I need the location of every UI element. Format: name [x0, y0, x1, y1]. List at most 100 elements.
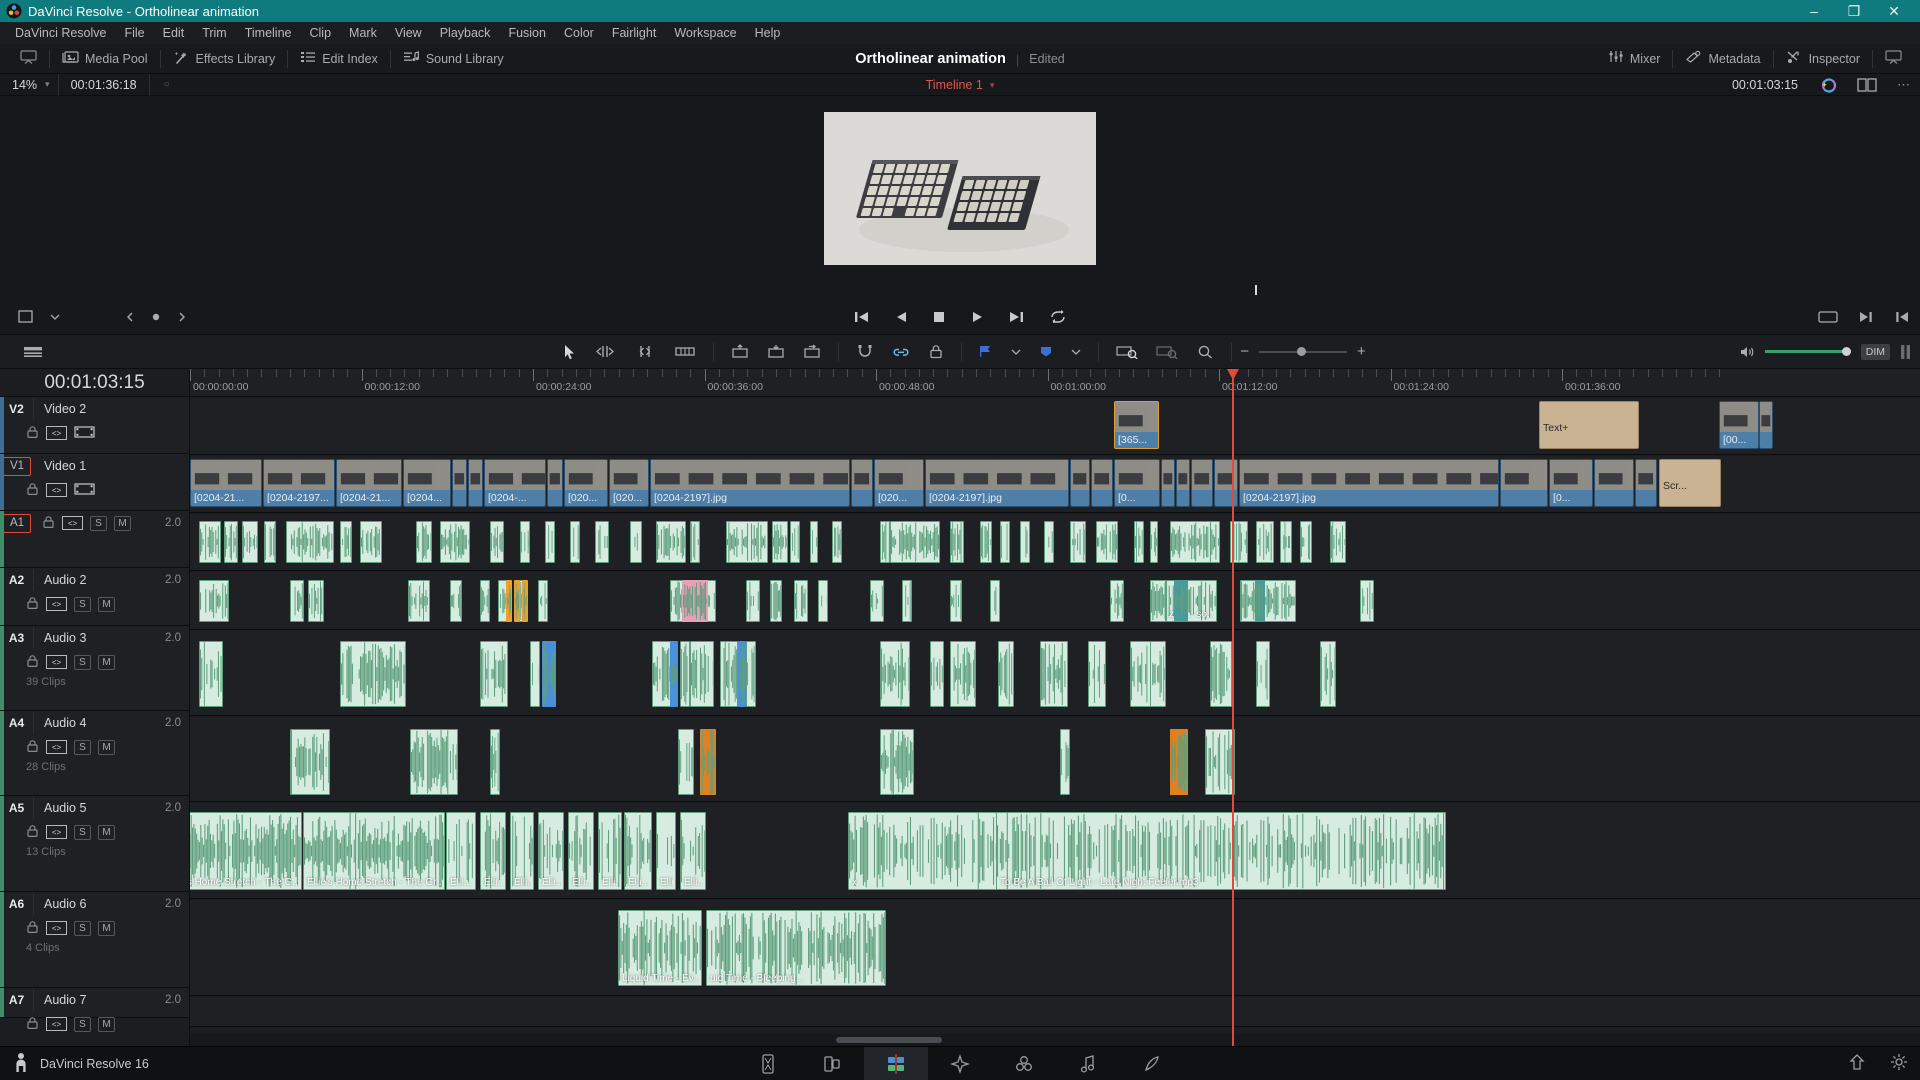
timeline-clip[interactable]: [020...	[564, 459, 608, 507]
audio-clip[interactable]: Elli...	[480, 812, 506, 890]
mute-icon[interactable]: M	[98, 921, 115, 936]
timeline-clip[interactable]: [0204-21...	[190, 459, 262, 507]
jump-start-icon[interactable]	[853, 310, 870, 324]
timeline-clip[interactable]: [020...	[874, 459, 924, 507]
lock-icon[interactable]	[26, 654, 39, 671]
audio-clip[interactable]	[1174, 580, 1188, 622]
zoom-to-fit-icon[interactable]	[1107, 335, 1147, 369]
audio-clip[interactable]: To Be A Ball Of Light - Late Night Feele…	[996, 812, 1446, 890]
sound-library-button[interactable]: Sound Library	[391, 44, 516, 74]
audio-clip[interactable]	[950, 521, 964, 563]
audio-clip[interactable]	[199, 580, 229, 622]
audio-clip[interactable]	[450, 580, 462, 622]
marker-chevron-icon[interactable]	[1062, 335, 1090, 369]
fusion-page-button[interactable]	[928, 1047, 992, 1080]
audio-clip[interactable]	[706, 729, 716, 795]
track-name-a3[interactable]: Audio 3	[34, 631, 165, 645]
speaker-icon[interactable]	[1739, 345, 1755, 359]
audio-clip[interactable]	[720, 641, 738, 707]
timeline-clip[interactable]: [0204-2197].jpg	[1239, 459, 1499, 507]
audio-clip[interactable]: Elli...	[510, 812, 534, 890]
track-id-badge-a2[interactable]: A2	[0, 569, 34, 591]
solo-icon[interactable]: S	[90, 516, 107, 531]
audio-clip[interactable]	[1096, 521, 1118, 563]
track-lane-a7[interactable]	[190, 997, 1920, 1027]
track-name-a6[interactable]: Audio 6	[34, 897, 165, 911]
audio-clip[interactable]	[224, 521, 238, 563]
audio-clip[interactable]	[286, 521, 334, 563]
mute-icon[interactable]: M	[114, 516, 131, 531]
audio-clip[interactable]	[746, 580, 760, 622]
audio-clip[interactable]	[746, 641, 756, 707]
audio-clip[interactable]	[880, 641, 910, 707]
audio-clip[interactable]	[1020, 521, 1030, 563]
timeline-clip[interactable]	[1070, 459, 1090, 507]
solo-icon[interactable]: S	[74, 597, 91, 612]
timeline-clip[interactable]: [00...	[1719, 401, 1759, 449]
audio-clip[interactable]	[950, 580, 962, 622]
timeline-clip[interactable]	[1214, 459, 1238, 507]
audio-clip[interactable]	[1280, 521, 1292, 563]
timeline-clip[interactable]: [0204...	[403, 459, 451, 507]
trim-edit-icon[interactable]	[585, 335, 625, 369]
scrollbar-thumb[interactable]	[836, 1037, 942, 1043]
audio-clip[interactable]	[1170, 521, 1220, 563]
audio-clip[interactable]	[980, 521, 992, 563]
audio-clip[interactable]: Elli...	[656, 812, 676, 890]
timeline-chevron-down-icon[interactable]: ▾	[990, 80, 995, 91]
track-lane-a6[interactable]: Liquid Time - Ev...uid Time - Bleeping..…	[190, 900, 1920, 996]
audio-clip[interactable]	[1040, 641, 1068, 707]
audio-clip[interactable]	[360, 521, 382, 563]
audio-clip[interactable]	[1300, 521, 1312, 563]
timeline-clip[interactable]	[1161, 459, 1175, 507]
audio-clip[interactable]	[690, 521, 700, 563]
edit-page-button[interactable]	[864, 1047, 928, 1080]
auto-select-icon[interactable]: <>	[62, 516, 83, 530]
menu-item-trim[interactable]: Trim	[193, 22, 236, 44]
audio-clip[interactable]	[308, 580, 324, 622]
insert-clip-icon[interactable]	[722, 335, 758, 369]
track-id-badge-a3[interactable]: A3	[0, 627, 34, 649]
timeline-clip[interactable]: [0204-2197].jpg	[925, 459, 1069, 507]
more-options-icon[interactable]: ⋯	[1887, 74, 1920, 96]
solo-icon[interactable]: S	[74, 1017, 91, 1032]
zoom-custom-icon[interactable]	[1187, 335, 1223, 369]
color-warp-icon[interactable]	[1810, 74, 1847, 96]
audio-clip[interactable]	[440, 521, 470, 563]
mixer-button[interactable]: Mixer	[1596, 44, 1673, 74]
audio-clip[interactable]	[199, 521, 221, 563]
audio-clip[interactable]	[1150, 521, 1158, 563]
replace-clip-icon[interactable]	[794, 335, 830, 369]
audio-clip[interactable]	[264, 521, 276, 563]
audio-clip[interactable]: Ellie's Home Stretch - The G...	[190, 812, 302, 890]
menu-item-workspace[interactable]: Workspace	[665, 22, 745, 44]
audio-clip[interactable]	[1088, 641, 1106, 707]
track-id-badge-a6[interactable]: A6	[0, 893, 34, 915]
menu-item-view[interactable]: View	[386, 22, 431, 44]
timeline-clip[interactable]: [0204-2197].jpg	[650, 459, 850, 507]
mute-icon[interactable]: M	[98, 740, 115, 755]
timeline-clip[interactable]: [0...	[1549, 459, 1593, 507]
dim-button[interactable]: DIM	[1861, 344, 1890, 360]
menu-item-help[interactable]: Help	[746, 22, 790, 44]
track-id-badge-v1[interactable]: V1	[3, 457, 31, 476]
track-header-v1[interactable]: V1Video 1<>	[0, 454, 189, 511]
project-settings-icon[interactable]	[1890, 1053, 1908, 1074]
audio-clip[interactable]	[998, 641, 1014, 707]
audio-clip[interactable]	[538, 580, 548, 622]
flag-icon[interactable]	[970, 335, 1002, 369]
audio-clip[interactable]: uid Time - Bleeping...	[706, 910, 886, 986]
snapping-icon[interactable]	[847, 335, 883, 369]
audio-clip[interactable]	[818, 580, 828, 622]
split-view-icon[interactable]	[1847, 74, 1887, 96]
audio-clip[interactable]	[290, 580, 304, 622]
auto-select-icon[interactable]: <>	[46, 921, 67, 935]
audio-clip[interactable]	[545, 521, 555, 563]
audio-clip[interactable]	[870, 580, 884, 622]
lock-icon[interactable]	[26, 739, 39, 756]
audio-clip[interactable]	[726, 521, 768, 563]
selection-tool-icon[interactable]	[554, 335, 585, 369]
audio-clip[interactable]	[199, 641, 223, 707]
track-name-a7[interactable]: Audio 7	[34, 993, 165, 1007]
timeline-ruler[interactable]: 00:00:00:0000:00:12:0000:00:24:0000:00:3…	[190, 369, 1920, 397]
